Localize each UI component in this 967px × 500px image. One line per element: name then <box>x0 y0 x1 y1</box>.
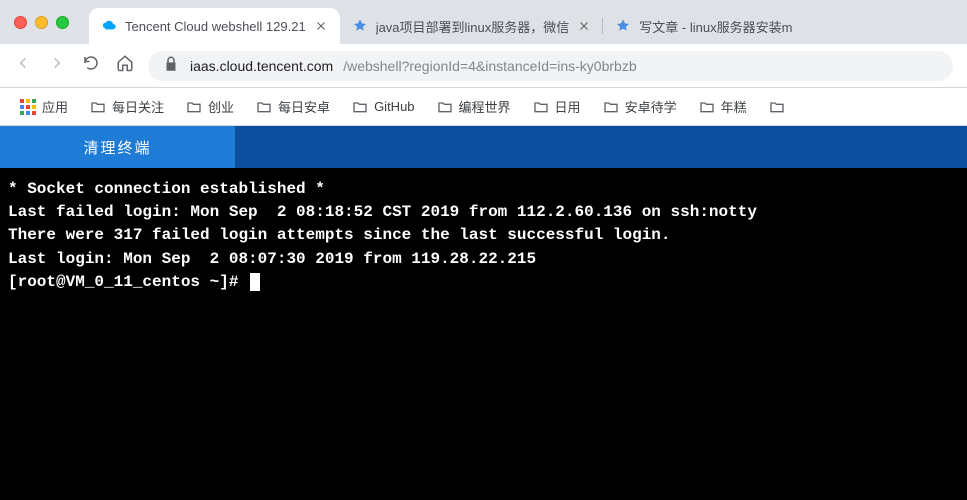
url-host: iaas.cloud.tencent.com <box>190 58 333 74</box>
back-button[interactable] <box>14 54 32 77</box>
reload-button[interactable] <box>82 54 100 77</box>
minimize-window-button[interactable] <box>35 16 48 29</box>
bookmark-folder[interactable]: GitHub <box>346 95 420 119</box>
csdn-icon <box>615 18 631 34</box>
folder-icon <box>769 99 785 115</box>
bookmark-folder[interactable]: 每日安卓 <box>250 93 336 120</box>
bookmarks-bar: 应用 每日关注 创业 每日安卓 GitHub 编程世界 日用 安卓待学 年糕 <box>0 88 967 126</box>
terminal-line: Last failed login: Mon Sep 2 08:18:52 CS… <box>8 203 757 221</box>
apps-grid-icon <box>20 99 36 115</box>
apps-button[interactable]: 应用 <box>14 93 74 120</box>
bookmark-label: 年糕 <box>721 97 747 116</box>
browser-tab[interactable]: java项目部署到linux服务器，微信 <box>340 8 604 44</box>
bookmark-label: 编程世界 <box>459 97 511 116</box>
folder-icon <box>90 99 106 115</box>
home-button[interactable] <box>116 54 134 77</box>
browser-tab-active[interactable]: Tencent Cloud webshell 129.21 <box>89 8 340 44</box>
tab-title: 写文章 - linux服务器安装m <box>639 17 811 36</box>
bookmark-folder[interactable]: 年糕 <box>693 93 753 120</box>
terminal-line: There were 317 failed login attempts sin… <box>8 226 671 244</box>
folder-icon <box>256 99 272 115</box>
bookmark-folder[interactable]: 编程世界 <box>431 93 517 120</box>
bookmark-label: 每日关注 <box>112 97 164 116</box>
bookmark-label: 安卓待学 <box>625 97 677 116</box>
terminal[interactable]: * Socket connection established * Last f… <box>0 168 967 500</box>
url-path: /webshell?regionId=4&instanceId=ins-ky0b… <box>343 58 636 74</box>
folder-icon <box>186 99 202 115</box>
webshell-header: 清理终端 <box>0 126 967 168</box>
browser-tab[interactable]: 写文章 - linux服务器安装m <box>603 8 823 44</box>
tab-title: java项目部署到linux服务器，微信 <box>376 17 570 36</box>
csdn-icon <box>352 18 368 34</box>
terminal-line: * Socket connection established * <box>8 180 325 198</box>
window-controls <box>14 16 69 29</box>
folder-icon <box>699 99 715 115</box>
tab-title: Tencent Cloud webshell 129.21 <box>125 19 306 34</box>
lock-icon <box>162 55 180 76</box>
terminal-prompt: [root@VM_0_11_centos ~]# <box>8 273 248 291</box>
bookmark-folder[interactable]: 每日关注 <box>84 93 170 120</box>
terminal-line: Last login: Mon Sep 2 08:07:30 2019 from… <box>8 250 536 268</box>
close-tab-icon[interactable] <box>314 19 328 33</box>
bookmark-label: 每日安卓 <box>278 97 330 116</box>
folder-icon <box>352 99 368 115</box>
tencent-cloud-icon <box>101 18 117 34</box>
bookmark-folder[interactable]: 日用 <box>527 93 587 120</box>
browser-tabs: Tencent Cloud webshell 129.21 java项目部署到l… <box>89 0 967 44</box>
maximize-window-button[interactable] <box>56 16 69 29</box>
clear-terminal-label: 清理终端 <box>83 137 151 158</box>
bookmark-label: GitHub <box>374 99 414 114</box>
bookmark-folder[interactable]: 安卓待学 <box>597 93 683 120</box>
folder-icon <box>437 99 453 115</box>
close-tab-icon[interactable] <box>577 19 591 33</box>
bookmark-folder[interactable] <box>763 95 791 119</box>
folder-icon <box>533 99 549 115</box>
apps-label: 应用 <box>42 97 68 116</box>
page-content: 清理终端 * Socket connection established * L… <box>0 126 967 500</box>
window-tab-strip: Tencent Cloud webshell 129.21 java项目部署到l… <box>0 0 967 44</box>
close-window-button[interactable] <box>14 16 27 29</box>
folder-icon <box>603 99 619 115</box>
bookmark-folder[interactable]: 创业 <box>180 93 240 120</box>
address-bar[interactable]: iaas.cloud.tencent.com/webshell?regionId… <box>148 51 953 81</box>
terminal-cursor <box>250 273 260 291</box>
forward-button[interactable] <box>48 54 66 77</box>
browser-toolbar: iaas.cloud.tencent.com/webshell?regionId… <box>0 44 967 88</box>
bookmark-label: 日用 <box>555 97 581 116</box>
bookmark-label: 创业 <box>208 97 234 116</box>
clear-terminal-button[interactable]: 清理终端 <box>0 126 235 168</box>
